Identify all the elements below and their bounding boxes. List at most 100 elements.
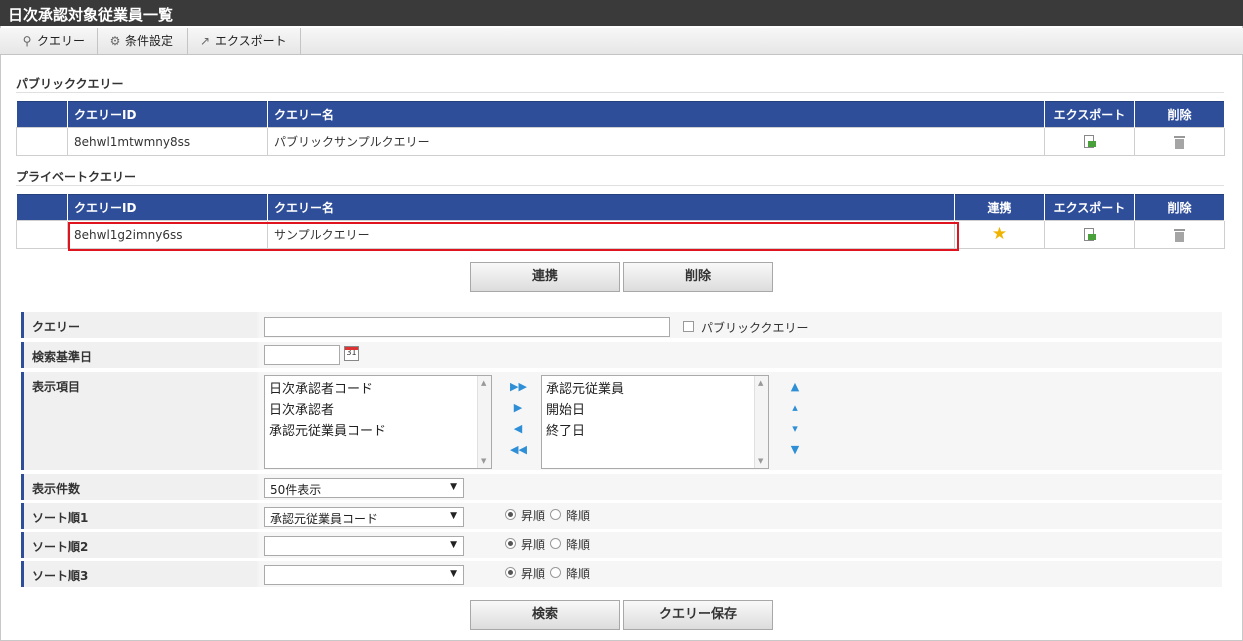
base-date-input[interactable] — [264, 345, 340, 365]
move-up-icon[interactable]: ▴ — [787, 400, 803, 416]
divider — [16, 92, 1224, 93]
count-select-value: 50件表示 — [270, 483, 322, 497]
sort1-desc-radio[interactable] — [550, 509, 561, 520]
scroll-up-icon[interactable]: ▲ — [481, 379, 486, 387]
export-tab[interactable]: ↗ エクスポート — [188, 28, 301, 54]
form-row-query: クエリー パブリッククエリー — [21, 312, 1222, 340]
sort2-label: ソート順2 — [21, 532, 257, 558]
link-button[interactable]: 連携 — [470, 262, 620, 292]
sort2-asc-radio[interactable] — [505, 538, 516, 549]
list-item[interactable]: 承認元従業員コード — [269, 420, 491, 441]
count-select[interactable]: 50件表示 ▼ — [264, 478, 464, 498]
sort2-select[interactable]: ▼ — [264, 536, 464, 556]
page-title: 日次承認対象従業員一覧 — [0, 0, 1243, 26]
conditions-tab-label: 条件設定 — [125, 34, 174, 48]
query-id-cell[interactable]: 8ehwl1mtwmny8ss — [67, 127, 268, 156]
delete-button[interactable]: 削除 — [623, 262, 773, 292]
export-icon[interactable] — [1083, 134, 1096, 149]
sort3-asc-radio[interactable] — [505, 567, 516, 578]
form-row-sort3: ソート順3 ▼ 昇順 降順 — [21, 561, 1222, 589]
sort1-select[interactable]: 承認元従業員コード ▼ — [264, 507, 464, 527]
selected-items-list[interactable]: 承認元従業員 開始日 終了日 ▲ ▼ — [541, 375, 769, 469]
delete-header: 削除 — [1134, 194, 1225, 221]
move-top-icon[interactable]: ▲ — [787, 379, 803, 395]
sort2-desc-radio[interactable] — [550, 538, 561, 549]
link-cell: ★ — [954, 220, 1045, 249]
form-row-sort2: ソート順2 ▼ 昇順 降順 — [21, 532, 1222, 560]
query-name-header: クエリー名 — [267, 101, 1045, 128]
query-tab[interactable]: ⚲ クエリー — [14, 28, 98, 54]
remove-icon[interactable]: ◀ — [510, 421, 526, 437]
export-header: エクスポート — [1044, 194, 1135, 221]
base-date-label: 検索基準日 — [21, 342, 257, 368]
delete-cell — [1134, 127, 1225, 156]
sort1-desc-label: 降順 — [566, 509, 591, 523]
list-item[interactable]: 終了日 — [546, 420, 768, 441]
row-select-cell[interactable] — [16, 220, 68, 249]
delete-cell — [1134, 220, 1225, 249]
query-tab-label: クエリー — [37, 34, 86, 48]
export-tab-label: エクスポート — [215, 34, 287, 48]
chevron-down-icon: ▼ — [450, 482, 457, 492]
sort3-select[interactable]: ▼ — [264, 565, 464, 585]
move-bottom-icon[interactable]: ▼ — [787, 442, 803, 458]
conditions-tab[interactable]: ⚙ 条件設定 — [98, 28, 188, 54]
export-header: エクスポート — [1044, 101, 1135, 128]
trash-icon[interactable] — [1174, 228, 1185, 242]
scroll-down-icon[interactable]: ▼ — [481, 457, 486, 465]
table-header-row: クエリーID クエリー名 連携 エクスポート 削除 — [16, 194, 1225, 221]
display-items-label: 表示項目 — [21, 372, 257, 470]
add-all-icon[interactable]: ▶▶ — [510, 379, 527, 395]
add-icon[interactable]: ▶ — [510, 400, 526, 416]
link-header: 連携 — [954, 194, 1045, 221]
sort1-label: ソート順1 — [21, 503, 257, 529]
search-icon: ⚲ — [22, 34, 32, 48]
sort2-asc-label: 昇順 — [521, 538, 546, 552]
table-header-row: クエリーID クエリー名 エクスポート 削除 — [16, 101, 1225, 128]
list-item[interactable]: 承認元従業員 — [546, 378, 768, 399]
export-icon: ↗ — [199, 34, 211, 48]
form-row-count: 表示件数 50件表示 ▼ — [21, 474, 1222, 502]
sort1-asc-radio[interactable] — [505, 509, 516, 520]
list-item[interactable]: 日次承認者コード — [269, 378, 491, 399]
query-id-header: クエリーID — [67, 101, 268, 128]
move-down-icon[interactable]: ▾ — [787, 421, 803, 437]
count-label: 表示件数 — [21, 474, 257, 500]
query-name-cell[interactable]: パブリックサンプルクエリー — [267, 127, 1045, 156]
available-items-list[interactable]: 日次承認者コード 日次承認者 承認元従業員コード ▲ ▼ — [264, 375, 492, 469]
public-query-table: クエリーID クエリー名 エクスポート 削除 8ehwl1mtwmny8ss パ… — [16, 101, 1225, 156]
remove-all-icon[interactable]: ◀◀ — [510, 442, 527, 458]
export-cell — [1044, 127, 1135, 156]
query-name-input[interactable] — [264, 317, 670, 337]
delete-header: 削除 — [1134, 101, 1225, 128]
public-query-checkbox[interactable] — [683, 321, 694, 332]
scroll-up-icon[interactable]: ▲ — [758, 379, 763, 387]
query-label: クエリー — [21, 312, 257, 338]
scrollbar[interactable]: ▲ ▼ — [477, 376, 491, 468]
sort3-asc-label: 昇順 — [521, 567, 546, 581]
query-name-header: クエリー名 — [267, 194, 955, 221]
toolbar: ⚲ クエリー ⚙ 条件設定 ↗ エクスポート — [0, 28, 1243, 55]
save-query-button[interactable]: クエリー保存 — [623, 600, 773, 630]
sort1-asc-label: 昇順 — [521, 509, 546, 523]
sort3-desc-radio[interactable] — [550, 567, 561, 578]
sort1-select-value: 承認元従業員コード — [270, 512, 379, 526]
export-cell — [1044, 220, 1135, 249]
selected-row-highlight — [68, 222, 959, 251]
export-icon[interactable] — [1083, 227, 1096, 242]
public-query-checkbox-label: パブリッククエリー — [701, 321, 809, 335]
table-row[interactable]: 8ehwl1mtwmny8ss パブリックサンプルクエリー — [16, 127, 1225, 156]
chevron-down-icon: ▼ — [450, 511, 457, 521]
scroll-down-icon[interactable]: ▼ — [758, 457, 763, 465]
scrollbar[interactable]: ▲ ▼ — [754, 376, 768, 468]
search-button[interactable]: 検索 — [470, 600, 620, 630]
divider — [16, 185, 1224, 186]
list-item[interactable]: 開始日 — [546, 399, 768, 420]
chevron-down-icon: ▼ — [450, 569, 457, 579]
star-icon[interactable]: ★ — [992, 224, 1007, 244]
public-query-heading: パブリッククエリー — [16, 77, 124, 91]
list-item[interactable]: 日次承認者 — [269, 399, 491, 420]
calendar-icon[interactable]: 31 — [344, 346, 359, 361]
trash-icon[interactable] — [1174, 135, 1185, 149]
row-select-cell[interactable] — [16, 127, 68, 156]
